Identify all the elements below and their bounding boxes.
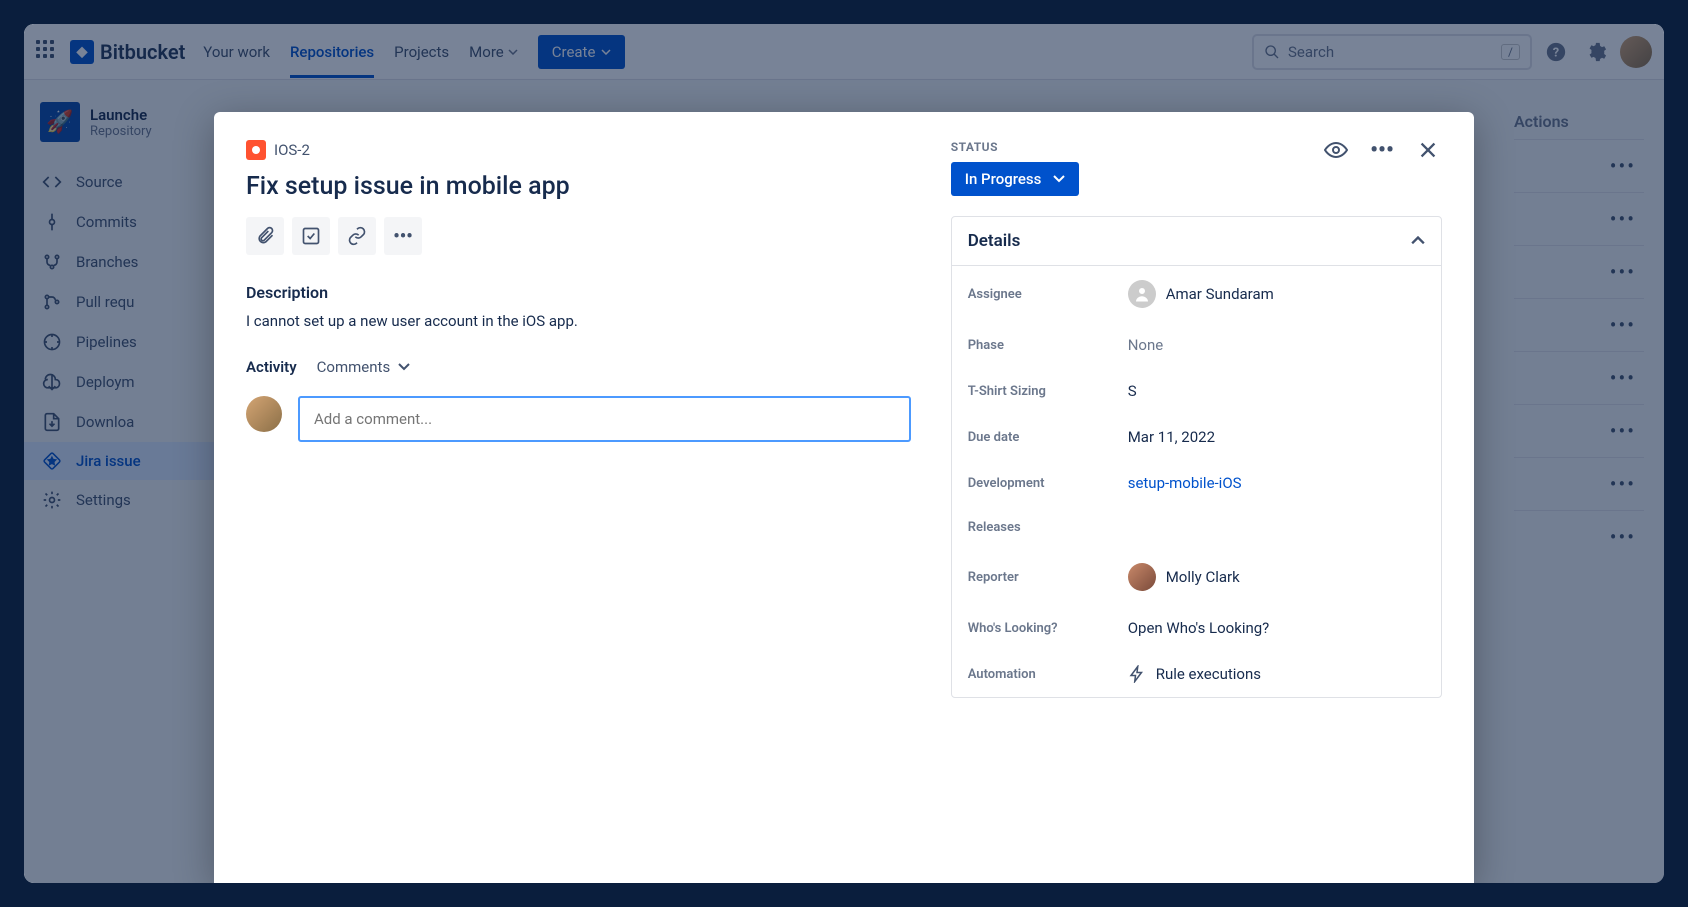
- issue-title[interactable]: Fix setup issue in mobile app: [246, 172, 911, 201]
- details-panel: Details Assignee Amar Sundaram Phase Non…: [951, 216, 1442, 698]
- more-icon[interactable]: •••: [1368, 136, 1396, 164]
- activity-filter[interactable]: Comments: [317, 358, 411, 376]
- current-user-avatar: [246, 396, 282, 432]
- more-actions-button[interactable]: •••: [384, 217, 422, 255]
- close-icon[interactable]: [1414, 136, 1442, 164]
- field-automation[interactable]: Automation Rule executions: [952, 651, 1441, 697]
- field-development[interactable]: Development setup-mobile-iOS: [952, 460, 1441, 506]
- link-button[interactable]: [338, 217, 376, 255]
- activity-heading: Activity: [246, 358, 297, 376]
- watch-icon[interactable]: [1322, 136, 1350, 164]
- description-heading: Description: [246, 283, 911, 302]
- issue-modal: ••• IOS-2 Fix setup issue in mobile app …: [214, 112, 1474, 883]
- field-due-date[interactable]: Due date Mar 11, 2022: [952, 414, 1441, 460]
- field-assignee[interactable]: Assignee Amar Sundaram: [952, 266, 1441, 322]
- subtask-button[interactable]: [292, 217, 330, 255]
- status-dropdown[interactable]: In Progress: [951, 162, 1080, 196]
- chevron-up-icon: [1411, 236, 1425, 246]
- issue-breadcrumb[interactable]: IOS-2: [246, 140, 911, 160]
- reporter-avatar: [1128, 563, 1156, 591]
- issue-type-icon: [246, 140, 266, 160]
- details-header[interactable]: Details: [952, 217, 1441, 266]
- field-phase[interactable]: Phase None: [952, 322, 1441, 368]
- lightning-icon: [1128, 665, 1146, 683]
- comment-input[interactable]: [298, 396, 911, 442]
- field-releases[interactable]: Releases: [952, 506, 1441, 549]
- field-reporter[interactable]: Reporter Molly Clark: [952, 549, 1441, 605]
- description-text[interactable]: I cannot set up a new user account in th…: [246, 312, 911, 330]
- issue-key: IOS-2: [274, 141, 310, 159]
- field-tshirt[interactable]: T-Shirt Sizing S: [952, 368, 1441, 414]
- field-looking[interactable]: Who's Looking? Open Who's Looking?: [952, 605, 1441, 651]
- assignee-avatar: [1128, 280, 1156, 308]
- attach-button[interactable]: [246, 217, 284, 255]
